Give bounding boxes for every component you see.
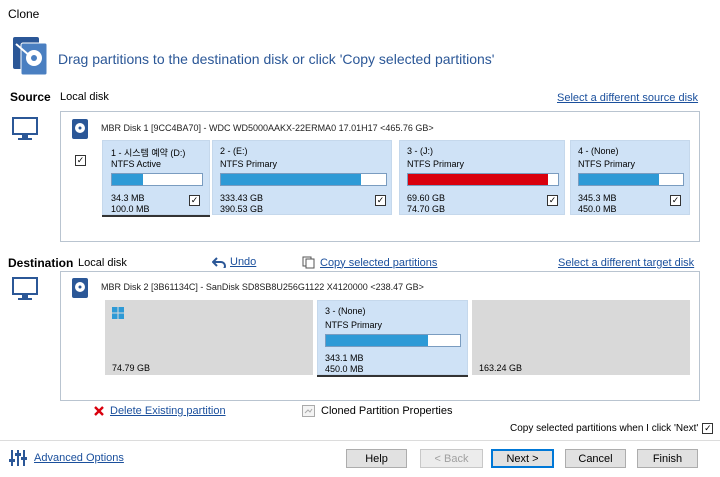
partition-used: 69.60 GB — [407, 193, 446, 203]
usage-bar-fill — [579, 174, 660, 185]
partition-size: 74.79 GB — [112, 363, 151, 373]
select-target-disk-link[interactable]: Select a different target disk — [558, 257, 694, 269]
partition-checkbox[interactable]: ✓ — [375, 195, 386, 206]
partition-used: 345.3 MB — [578, 193, 617, 203]
source-disk-panel: MBR Disk 1 [9CC4BA70] - WDC WD5000AAKX-2… — [60, 111, 700, 242]
check-icon: ✓ — [76, 155, 85, 165]
destination-label: Destination — [8, 256, 74, 270]
partition-used: 333.43 GB — [220, 193, 264, 203]
partition-used: 34.3 MB — [111, 193, 145, 203]
copy-selected-partitions-button[interactable]: Copy selected partitions — [302, 256, 437, 269]
copy-when-next-checkbox[interactable]: ✓ — [702, 423, 714, 434]
monitor-icon — [12, 277, 38, 300]
destination-partition-3[interactable]: 3 - (None) NTFS Primary 343.1 MB 450.0 M… — [317, 300, 468, 375]
destination-unallocated-1[interactable]: 74.79 GB — [105, 300, 313, 375]
monitor-icon — [12, 117, 38, 140]
partition-used: 343.1 MB — [325, 353, 364, 363]
usage-bar-fill — [221, 174, 362, 185]
usage-bar-fill — [408, 174, 548, 185]
delete-existing-partition-button[interactable]: Delete Existing partition — [93, 405, 226, 417]
help-button[interactable]: Help — [346, 449, 407, 468]
window-title: Clone — [8, 7, 40, 21]
check-icon: ✓ — [704, 423, 712, 433]
partition-fs: NTFS Primary — [325, 320, 382, 330]
destination-disk-panel: MBR Disk 2 [3B61134C] - SanDisk SD8SB8U2… — [60, 271, 700, 401]
source-disk-type: Local disk — [60, 91, 109, 103]
usage-bar-fill — [112, 174, 143, 185]
next-button[interactable]: Next > — [491, 449, 554, 468]
partition-total: 450.0 MB — [578, 204, 617, 214]
advanced-options-button[interactable]: Advanced Options — [8, 448, 124, 468]
select-source-disk-link[interactable]: Select a different source disk — [557, 92, 698, 104]
source-partition-2[interactable]: 2 - (E:) NTFS Primary 333.43 GB 390.53 G… — [212, 140, 392, 215]
destination-unallocated-2[interactable]: 163.24 GB — [472, 300, 690, 375]
partition-title: 3 - (J:) — [407, 146, 433, 156]
clone-icon — [13, 37, 48, 76]
disk-icon — [72, 119, 88, 139]
destination-disk-header: MBR Disk 2 [3B61134C] - SanDisk SD8SB8U2… — [101, 282, 424, 292]
partition-title: 4 - (None) — [578, 146, 619, 156]
partition-fs: NTFS Primary — [407, 159, 464, 169]
partition-fs: NTFS Primary — [578, 159, 635, 169]
check-icon: ✓ — [548, 195, 557, 205]
partition-fs: NTFS Primary — [220, 159, 277, 169]
source-label: Source — [10, 90, 51, 104]
destination-disk-type: Local disk — [78, 257, 127, 269]
footer-divider — [0, 440, 720, 441]
partition-checkbox[interactable]: ✓ — [189, 195, 200, 206]
instruction-text: Drag partitions to the destination disk … — [58, 51, 495, 67]
undo-label: Undo — [230, 256, 257, 268]
delete-label: Delete Existing partition — [110, 405, 226, 417]
usage-bar — [407, 173, 559, 186]
copy-selected-label: Copy selected partitions — [320, 256, 438, 269]
partition-total: 450.0 MB — [325, 364, 364, 374]
disk-icon — [72, 278, 88, 298]
finish-button[interactable]: Finish — [637, 449, 698, 468]
advanced-options-label: Advanced Options — [34, 452, 124, 464]
partition-title: 1 - 시스템 예약 (D:) — [111, 148, 186, 158]
usage-bar — [578, 173, 684, 186]
partition-checkbox[interactable]: ✓ — [547, 195, 558, 206]
selected-partition-underline — [102, 215, 210, 217]
cloned-partition-properties-button[interactable]: Cloned Partition Properties — [302, 405, 452, 417]
partition-size: 163.24 GB — [479, 363, 523, 373]
properties-icon — [302, 405, 315, 417]
source-disk-header: MBR Disk 1 [9CC4BA70] - WDC WD5000AAKX-2… — [101, 123, 434, 133]
undo-button[interactable]: Undo — [212, 256, 256, 268]
usage-bar-fill — [326, 335, 428, 346]
usage-bar — [111, 173, 203, 186]
partition-total: 100.0 MB — [111, 204, 150, 214]
back-button[interactable]: < Back — [420, 449, 483, 468]
copy-when-next-option[interactable]: Copy selected partitions when I click 'N… — [510, 423, 714, 434]
partition-checkbox[interactable]: ✓ — [670, 195, 681, 206]
partition-total: 74.70 GB — [407, 204, 446, 214]
check-icon: ✓ — [671, 195, 680, 205]
partition-fs: NTFS Active — [111, 159, 162, 169]
cancel-button[interactable]: Cancel — [565, 449, 626, 468]
source-disk-checkbox[interactable]: ✓ — [75, 155, 86, 166]
copy-icon — [302, 256, 315, 269]
usage-bar — [220, 173, 387, 186]
selected-partition-underline — [317, 375, 468, 377]
source-partition-4[interactable]: 4 - (None) NTFS Primary 345.3 MB 450.0 M… — [570, 140, 690, 215]
source-partition-3[interactable]: 3 - (J:) NTFS Primary 69.60 GB 74.70 GB … — [399, 140, 565, 215]
usage-bar — [325, 334, 461, 347]
check-icon: ✓ — [376, 195, 385, 205]
sliders-icon — [9, 450, 27, 466]
cloned-props-label: Cloned Partition Properties — [321, 405, 453, 417]
partition-title: 2 - (E:) — [220, 146, 248, 156]
source-partition-1[interactable]: 1 - 시스템 예약 (D:) NTFS Active 34.3 MB 100.… — [102, 140, 210, 215]
windows-icon — [112, 307, 124, 319]
check-icon: ✓ — [190, 195, 199, 205]
delete-icon — [94, 406, 104, 416]
partition-title: 3 - (None) — [325, 306, 366, 316]
copy-when-next-label: Copy selected partitions when I click 'N… — [510, 423, 699, 434]
undo-icon — [212, 257, 226, 268]
partition-total: 390.53 GB — [220, 204, 264, 214]
